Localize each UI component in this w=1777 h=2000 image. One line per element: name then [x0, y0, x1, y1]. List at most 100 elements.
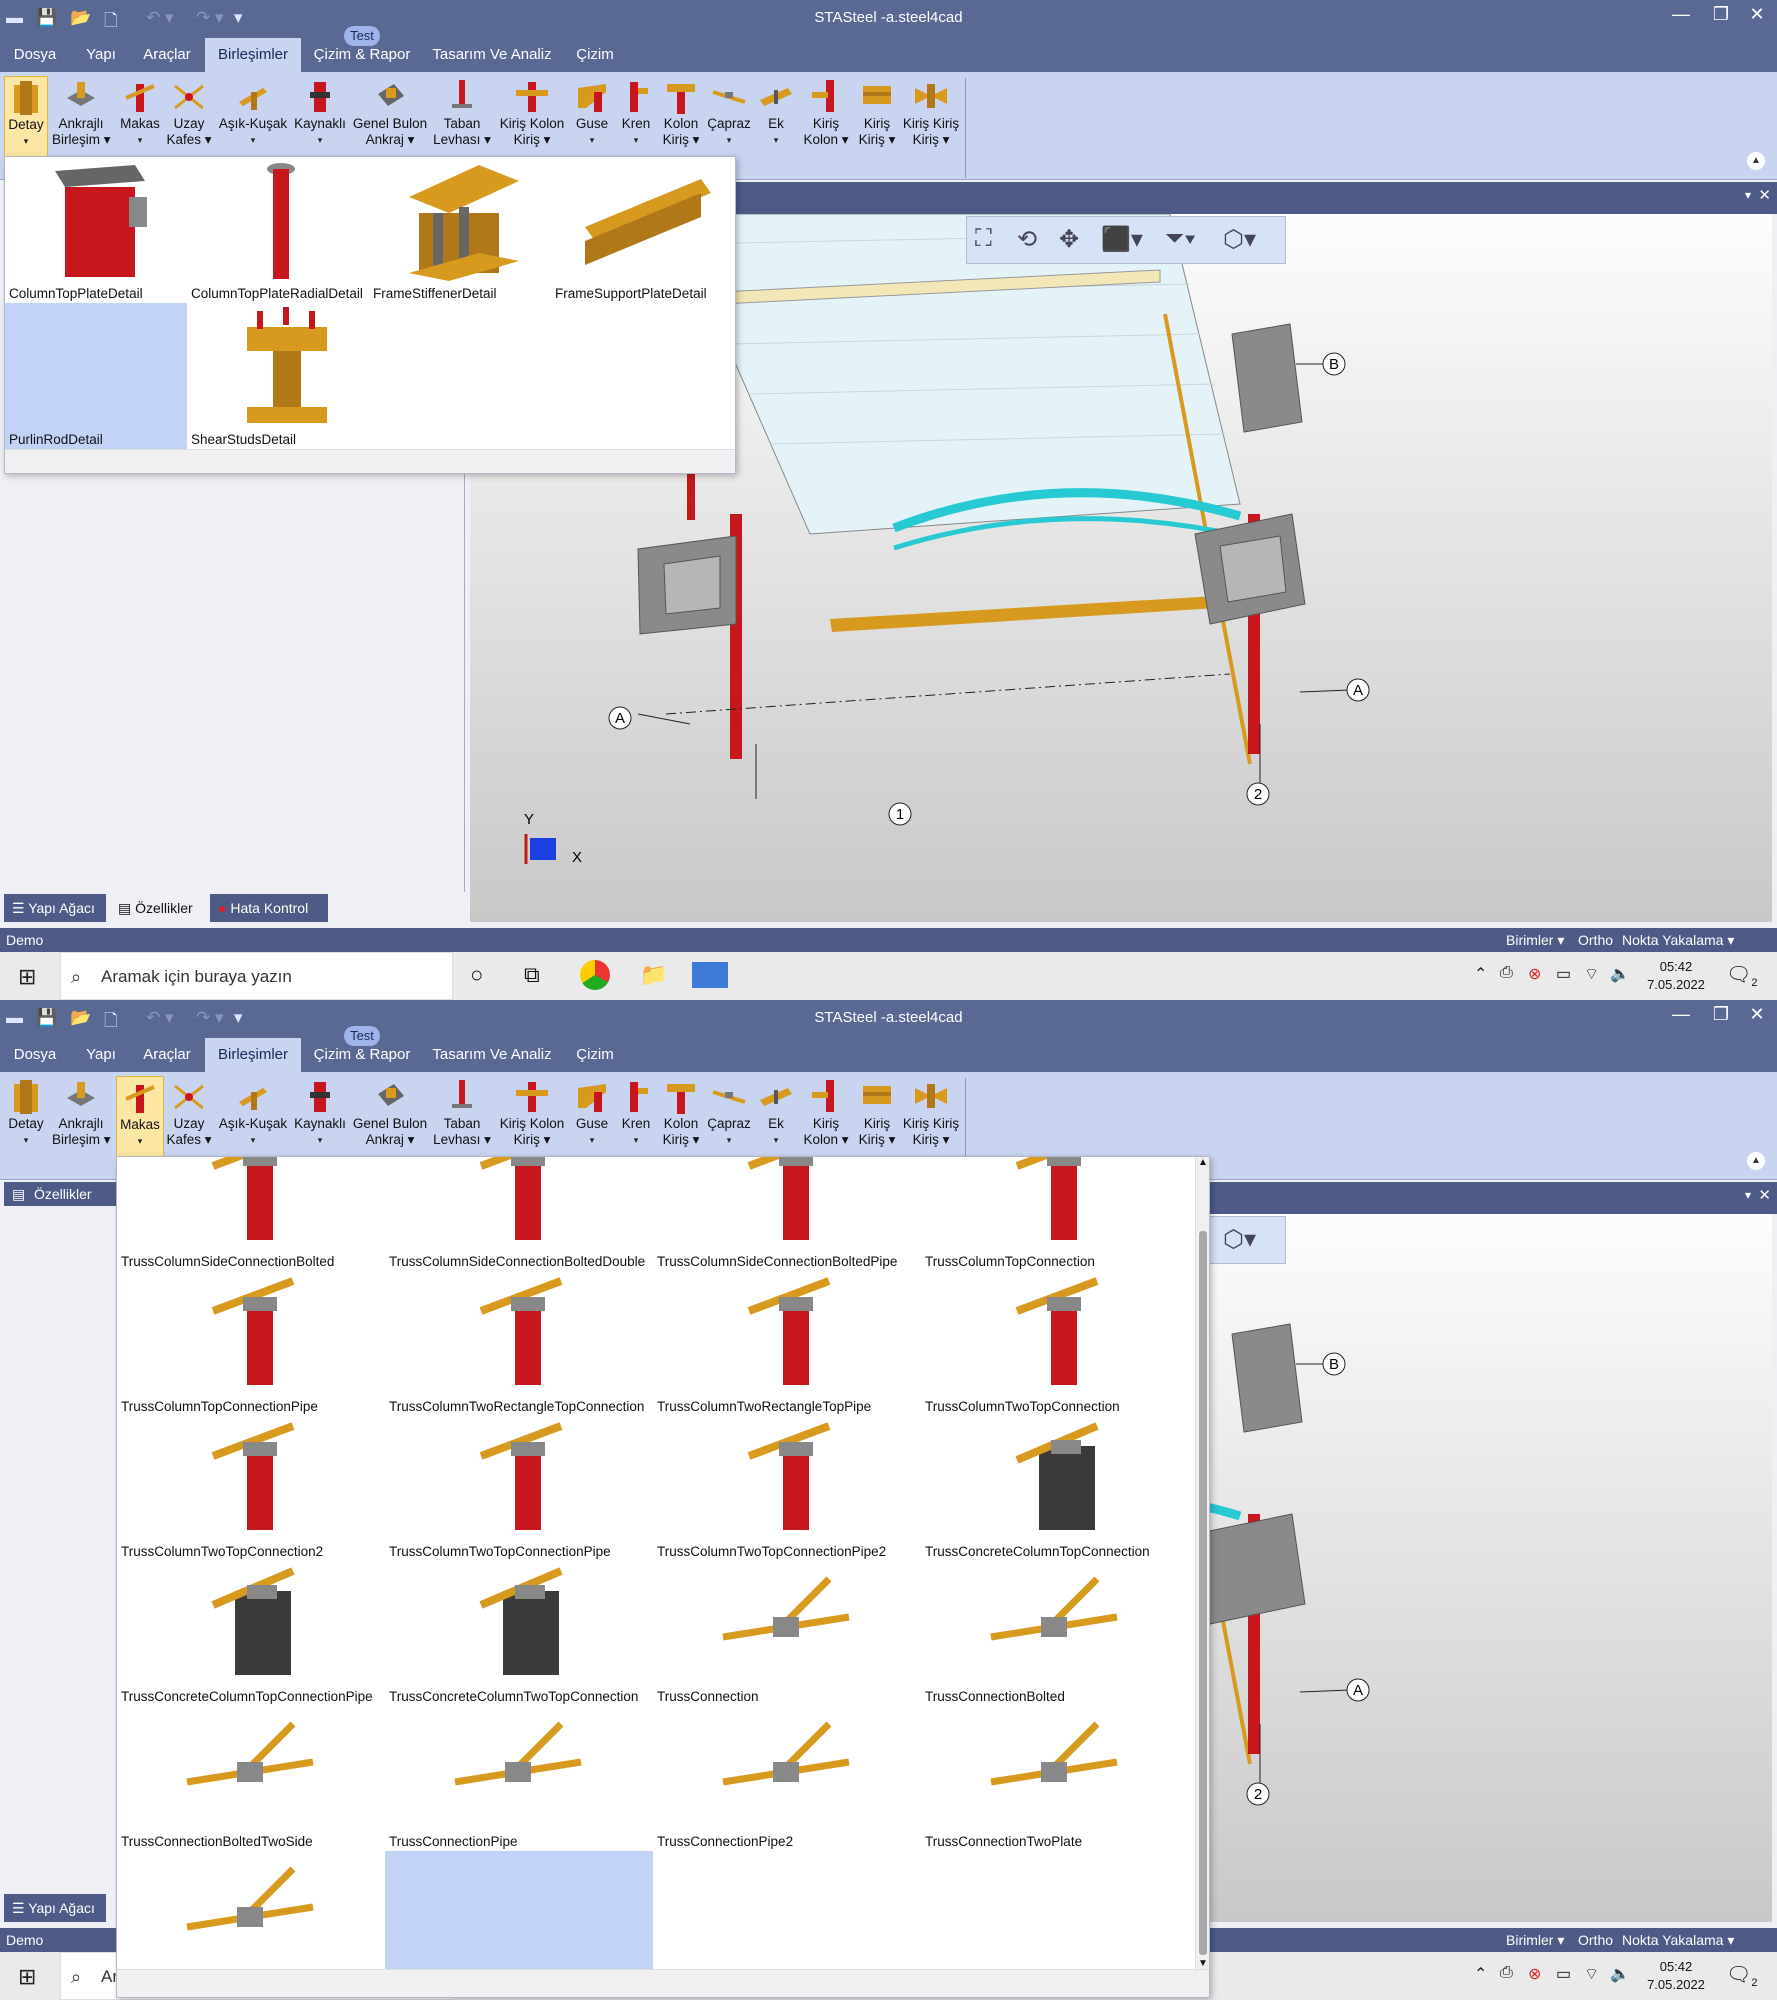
file-explorer-icon[interactable]: 📁 — [640, 962, 667, 988]
tray-wifi-icon[interactable]: ⌔ — [1584, 964, 1599, 984]
notification-icon[interactable]: 🗨2 — [1726, 962, 1758, 989]
ribbon-makas-button[interactable]: Makas ▾ — [116, 1076, 164, 1160]
tab-birlesimler[interactable]: Birleşimler — [205, 38, 301, 72]
ribbon-taban-levhasi-button[interactable]: Taban Levhası ▾ — [432, 1076, 492, 1160]
ribbon-detay-button[interactable]: Detay ▾ — [4, 1076, 48, 1160]
ribbon-kolon-kiris-button[interactable]: Kolon Kiriş ▾ — [658, 1076, 704, 1160]
gallery-item-truss-connection[interactable]: TrussConcreteColumnTwoTopConnection — [385, 1561, 653, 1706]
stasteel-taskbar-icon[interactable] — [692, 962, 728, 988]
tab-ozellikler[interactable]: ▤ Özellikler — [110, 894, 206, 922]
ribbon-asik-kusak-button[interactable]: Aşık-Kuşak ▾ — [216, 1076, 290, 1160]
ribbon-kaynakli-button[interactable]: Kaynaklı ▾ — [292, 76, 348, 160]
gallery-item-truss-connection[interactable]: TrussColumnTwoTopConnectionPipe2 — [653, 1416, 921, 1561]
restore-button[interactable]: ❐ — [1706, 1004, 1736, 1025]
ribbon-ankrajli-button[interactable]: Ankrajlı Birleşim ▾ — [52, 76, 111, 160]
ribbon-capraz-button[interactable]: Çapraz ▾ — [706, 76, 752, 160]
ribbon-uzay-kafes-button[interactable]: Uzay Kafes ▾ — [166, 1076, 212, 1160]
ribbon-ek-button[interactable]: Ek ▾ — [756, 1076, 796, 1160]
ribbon-taban-levhasi-button[interactable]: Taban Levhası ▾ — [432, 76, 492, 160]
filter-icon[interactable]: ⏷▾ — [1165, 225, 1196, 253]
gallery-item-truss-connection[interactable]: TrussColumnTwoTopConnection — [921, 1271, 1189, 1416]
tab-dosya[interactable]: Dosya — [4, 1038, 66, 1072]
task-view-icon[interactable]: ⧉ — [524, 962, 540, 988]
tab-tasarim-analiz[interactable]: Tasarım Ve Analiz — [426, 1038, 558, 1072]
tray-network-error-icon[interactable]: ⊗ — [1528, 964, 1541, 984]
gallery-item-truss-connection[interactable]: TrussColumnTwoTopConnection2 — [117, 1416, 385, 1561]
gallery-item-truss-connection[interactable]: TrussColumnTwoRectangleTopConnection — [385, 1271, 653, 1416]
orbit-icon[interactable]: ⟲ — [1017, 225, 1037, 254]
gallery-item-truss-connection[interactable]: TrussColumnTopConnectionPipe — [117, 1271, 385, 1416]
tab-yapi-agaci[interactable]: ☰ Yapı Ağacı — [4, 894, 106, 922]
collapse-ribbon-icon[interactable]: ▲ — [1747, 152, 1765, 170]
tray-battery-icon[interactable]: ▭ — [1556, 1964, 1571, 1984]
ribbon-kolon-kiris-button[interactable]: Kolon Kiriş ▾ — [658, 76, 704, 160]
restore-button[interactable]: ❐ — [1706, 4, 1736, 25]
taskbar-clock[interactable]: 05:42 7.05.2022 — [1636, 958, 1716, 994]
ribbon-kren-button[interactable]: Kren ▾ — [616, 1076, 656, 1160]
gallery-item-truss-connection[interactable]: TrussColumnTwoTopConnectionPipe — [385, 1416, 653, 1561]
notification-icon[interactable]: 🗨2 — [1726, 1962, 1758, 1989]
gallery-item-truss-connection[interactable]: TrussConnectionTwoPlate — [921, 1706, 1189, 1851]
ribbon-detay-button[interactable]: Detay ▾ — [4, 76, 48, 160]
ribbon-guse-button[interactable]: Guse ▾ — [570, 76, 614, 160]
gallery-item-column-top-plate-radial-detail[interactable]: ColumnTopPlateRadialDetail — [187, 157, 369, 303]
gallery-item-truss-connection[interactable]: TrussConnectionBolted — [921, 1561, 1189, 1706]
ribbon-capraz-button[interactable]: Çapraz ▾ — [706, 1076, 752, 1160]
scroll-up-icon[interactable]: ▲ — [1198, 1157, 1208, 1168]
gallery-item-truss-connection[interactable]: TrussColumnTwoRectangleTopPipe — [653, 1271, 921, 1416]
tab-birlesimler[interactable]: Birleşimler — [205, 1038, 301, 1072]
snap-dropdown[interactable]: Nokta Yakalama ▾ — [1622, 1928, 1734, 1952]
ribbon-asik-kusak-button[interactable]: Aşık-Kuşak ▾ — [216, 76, 290, 160]
ribbon-kiris-kolon-kiris-button[interactable]: Kiriş Kolon Kiriş ▾ — [496, 76, 568, 160]
tray-battery-icon[interactable]: ▭ — [1556, 964, 1571, 984]
tray-volume-icon[interactable]: 🔈 — [1610, 1964, 1630, 1984]
gallery-item-truss-connection[interactable]: TrussColumnSideConnectionBoltedPipe — [653, 1157, 921, 1271]
ribbon-makas-button[interactable]: Makas ▾ — [116, 76, 164, 160]
ribbon-kaynakli-button[interactable]: Kaynaklı ▾ — [292, 1076, 348, 1160]
tab-dosya[interactable]: Dosya — [4, 38, 66, 72]
taskbar-clock[interactable]: 05:42 7.05.2022 — [1636, 1958, 1716, 1994]
ribbon-uzay-kafes-button[interactable]: Uzay Kafes ▾ — [166, 76, 212, 160]
gallery-item-truss-connection[interactable]: TrussConcreteColumnTopConnectionPipe — [117, 1561, 385, 1706]
ribbon-kiris-kolon-button[interactable]: Kiriş Kolon ▾ — [798, 1076, 854, 1160]
gallery-item-truss-connection[interactable]: TrussConcreteColumnTopConnection — [921, 1416, 1189, 1561]
tray-network-error-icon[interactable]: ⊗ — [1528, 1964, 1541, 1984]
gallery-item-truss-connection[interactable]: TrussConnectionPipe — [385, 1706, 653, 1851]
ribbon-kiris-kiris-button[interactable]: Kiriş Kiriş ▾ — [856, 1076, 898, 1160]
gallery-item-truss-connection[interactable]: TrussColumnSideConnectionBolted — [117, 1157, 385, 1271]
units-dropdown[interactable]: Birimler ▾ — [1506, 928, 1564, 952]
tray-meet-icon[interactable]: ⎙ — [1500, 964, 1513, 982]
gallery-item-truss-connection[interactable]: TrussConnectionPipe2 — [653, 1706, 921, 1851]
tray-meet-icon[interactable]: ⎙ — [1500, 1964, 1513, 1982]
gallery-item-truss-connection[interactable]: TrussColumnSideConnectionBoltedDouble — [385, 1157, 653, 1271]
gallery-item-truss-connection[interactable]: TrussConnection — [653, 1561, 921, 1706]
minimize-button[interactable]: — — [1666, 4, 1696, 25]
ribbon-kiris-kolon-kiris-button[interactable]: Kiriş Kolon Kiriş ▾ — [496, 1076, 568, 1160]
windows-start-icon[interactable]: ⊞ — [18, 1964, 36, 1990]
gallery-item-shear-studs-detail[interactable]: ShearStudsDetail — [187, 303, 369, 449]
render-mode-icon[interactable]: ⬡▾ — [1223, 1225, 1256, 1254]
ribbon-genel-bulon-button[interactable]: Genel Bulon Ankraj ▾ — [350, 1076, 430, 1160]
tray-wifi-icon[interactable]: ⌔ — [1584, 1964, 1599, 1984]
gallery-item-frame-support-plate-detail[interactable]: FrameSupportPlateDetail — [551, 157, 733, 303]
tray-chevron-icon[interactable]: ⌃ — [1474, 964, 1487, 984]
ortho-toggle[interactable]: Ortho — [1578, 1928, 1613, 1952]
chrome-icon[interactable] — [580, 960, 610, 990]
panel-dropdown-icon[interactable]: ▾ — [1745, 1188, 1751, 1202]
render-mode-icon[interactable]: ⬡▾ — [1223, 225, 1256, 254]
tray-chevron-icon[interactable]: ⌃ — [1474, 1964, 1487, 1984]
ribbon-ek-button[interactable]: Ek ▾ — [756, 76, 796, 160]
tab-hata-kontrol[interactable]: ● Hata Kontrol — [210, 894, 328, 922]
units-dropdown[interactable]: Birimler ▾ — [1506, 1928, 1564, 1952]
ribbon-guse-button[interactable]: Guse ▾ — [570, 1076, 614, 1160]
taskbar-search[interactable]: ⌕ Aramak için buraya yazın — [60, 952, 453, 1000]
close-button[interactable]: ✕ — [1742, 4, 1772, 25]
snap-dropdown[interactable]: Nokta Yakalama ▾ — [1622, 928, 1734, 952]
zoom-extents-icon[interactable]: ⛶ — [975, 225, 992, 253]
pan-icon[interactable]: ✥ — [1059, 225, 1079, 254]
ribbon-ankrajli-button[interactable]: Ankrajlı Birleşim ▾ — [52, 1076, 111, 1160]
gallery-item-truss-connection[interactable]: TrussConnectionBoltedTwoSide — [117, 1706, 385, 1851]
ribbon-kiris-kiris-kiris-button[interactable]: Kiriş Kiriş Kiriş ▾ — [900, 76, 962, 160]
cortana-icon[interactable]: ○ — [470, 962, 483, 988]
ribbon-kiris-kiris-kiris-button[interactable]: Kiriş Kiriş Kiriş ▾ — [900, 1076, 962, 1160]
